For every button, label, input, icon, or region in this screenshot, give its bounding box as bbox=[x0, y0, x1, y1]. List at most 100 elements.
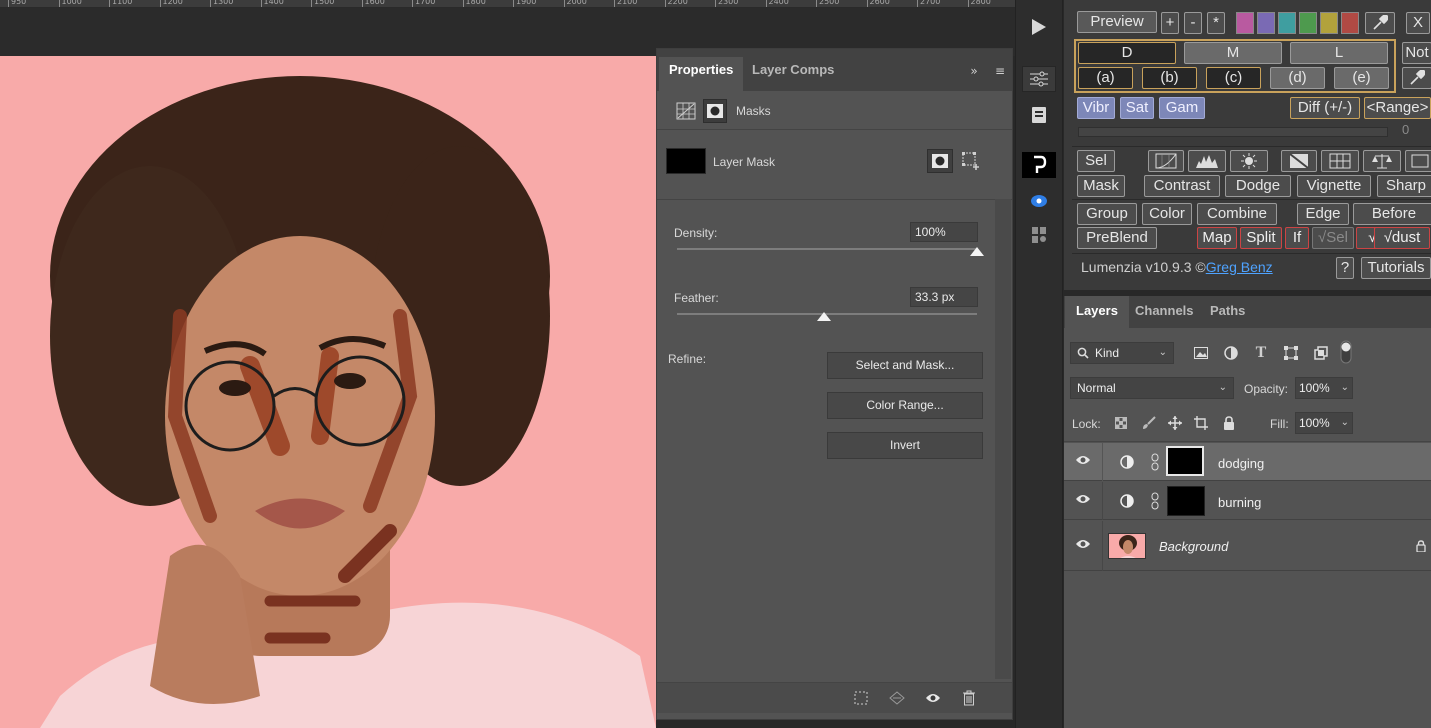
diff-button[interactable]: Diff (+/-) bbox=[1290, 97, 1360, 119]
add-vector-mask-icon[interactable] bbox=[959, 149, 983, 173]
sel-button[interactable]: Sel bbox=[1077, 150, 1115, 172]
delete-mask-trash-icon[interactable] bbox=[959, 689, 979, 707]
zone-d-small-button[interactable]: (d) bbox=[1270, 67, 1325, 89]
color-swatch-teal[interactable] bbox=[1278, 12, 1296, 34]
layer-mask-icon[interactable] bbox=[703, 99, 727, 123]
sat-toggle[interactable]: Sat bbox=[1120, 97, 1154, 119]
zone-b-button[interactable]: (b) bbox=[1142, 67, 1197, 89]
plus-button[interactable]: + bbox=[1161, 12, 1179, 34]
lock-artboard-icon[interactable] bbox=[1193, 415, 1209, 431]
layer-row-burning[interactable]: burning bbox=[1064, 482, 1431, 520]
filter-type-icon[interactable]: T bbox=[1252, 344, 1270, 362]
zone-m-button[interactable]: M bbox=[1184, 42, 1282, 64]
gam-toggle[interactable]: Gam bbox=[1159, 97, 1205, 119]
panel-menu-icon[interactable]: ≡ bbox=[993, 63, 1007, 79]
lock-all-icon[interactable] bbox=[1221, 415, 1237, 431]
sel-check-button[interactable]: √Sel bbox=[1312, 227, 1354, 249]
grid-tones-icon[interactable] bbox=[1321, 150, 1359, 172]
select-and-mask-button[interactable]: Select and Mask... bbox=[827, 352, 983, 379]
plugin-blue-eye-icon[interactable] bbox=[1022, 188, 1056, 214]
if-button[interactable]: If bbox=[1285, 227, 1309, 249]
curves-icon[interactable] bbox=[1148, 150, 1184, 172]
apply-mask-icon[interactable] bbox=[887, 689, 907, 707]
density-input[interactable]: 100% bbox=[910, 222, 978, 242]
layer-mask-thumbnail[interactable] bbox=[1167, 486, 1205, 516]
invert-button[interactable]: Invert bbox=[827, 432, 983, 459]
filter-smart-object-icon[interactable] bbox=[1312, 344, 1330, 362]
layer-row-dodging[interactable]: dodging bbox=[1064, 443, 1431, 481]
filter-shape-icon[interactable] bbox=[1282, 344, 1300, 362]
balance-scale-icon[interactable] bbox=[1363, 150, 1401, 172]
visibility-eye-icon[interactable] bbox=[1075, 454, 1091, 470]
collapse-panel-icon[interactable]: » bbox=[965, 63, 983, 79]
layer-name[interactable]: burning bbox=[1218, 495, 1261, 510]
feather-input[interactable]: 33.3 px bbox=[910, 287, 978, 307]
contrast-button[interactable]: Contrast bbox=[1144, 175, 1220, 197]
feather-slider-thumb[interactable] bbox=[817, 312, 831, 321]
not-button[interactable]: Not bbox=[1402, 42, 1431, 64]
brightness-sun-icon[interactable] bbox=[1230, 150, 1268, 172]
layer-row-background[interactable]: Background bbox=[1064, 521, 1431, 571]
check-dust-button[interactable]: √dust bbox=[1374, 227, 1430, 249]
author-link[interactable]: Greg Benz bbox=[1206, 259, 1273, 275]
range-slider[interactable] bbox=[1078, 127, 1388, 137]
zone-c-button[interactable]: (c) bbox=[1206, 67, 1261, 89]
sharp-button[interactable]: Sharp bbox=[1377, 175, 1431, 197]
pixel-mask-grid-icon[interactable] bbox=[675, 101, 697, 121]
vignette-button[interactable]: Vignette bbox=[1297, 175, 1371, 197]
split-button[interactable]: Split bbox=[1240, 227, 1282, 249]
filter-pixel-icon[interactable] bbox=[1192, 344, 1210, 362]
fill-input[interactable]: 100% ⌄ bbox=[1295, 412, 1353, 434]
lock-move-icon[interactable] bbox=[1167, 415, 1183, 431]
preview-button[interactable]: Preview bbox=[1077, 11, 1157, 33]
color-swatch-red[interactable] bbox=[1341, 12, 1359, 34]
plugin-puzzle-icon[interactable] bbox=[1022, 222, 1056, 248]
combine-button[interactable]: Combine bbox=[1197, 203, 1277, 225]
group-button[interactable]: Group bbox=[1077, 203, 1137, 225]
eyedropper-icon[interactable] bbox=[1402, 67, 1431, 89]
mask-visibility-eye-icon[interactable] bbox=[923, 689, 943, 707]
map-button[interactable]: Map bbox=[1197, 227, 1237, 249]
blend-mode-dropdown[interactable]: Normal ⌄ bbox=[1070, 377, 1234, 399]
add-pixel-mask-icon[interactable] bbox=[927, 149, 953, 173]
levels-histogram-icon[interactable] bbox=[1188, 150, 1226, 172]
canvas-image[interactable] bbox=[0, 56, 656, 728]
panel-scrollbar[interactable] bbox=[995, 199, 1011, 679]
color-range-button[interactable]: Color Range... bbox=[827, 392, 983, 419]
lock-brush-icon[interactable] bbox=[1141, 415, 1157, 431]
lock-transparent-icon[interactable] bbox=[1113, 415, 1129, 431]
filter-kind-dropdown[interactable]: Kind ⌄ bbox=[1070, 342, 1174, 364]
chain-link-icon[interactable] bbox=[1150, 491, 1160, 511]
opacity-input[interactable]: 100% ⌄ bbox=[1295, 377, 1353, 399]
play-action-icon[interactable] bbox=[1022, 14, 1056, 40]
color-swatch-purple[interactable] bbox=[1257, 12, 1275, 34]
color-swatch-magenta[interactable] bbox=[1236, 12, 1254, 34]
visibility-eye-icon[interactable] bbox=[1075, 493, 1091, 509]
tab-channels[interactable]: Channels bbox=[1124, 296, 1205, 328]
tab-layer-comps[interactable]: Layer Comps bbox=[742, 57, 844, 91]
visibility-eye-icon[interactable] bbox=[1075, 538, 1091, 554]
zone-e-button[interactable]: (e) bbox=[1334, 67, 1389, 89]
layer-mask-thumbnail[interactable] bbox=[1166, 446, 1204, 476]
dodge-button[interactable]: Dodge bbox=[1225, 175, 1291, 197]
zone-l-button[interactable]: L bbox=[1290, 42, 1388, 64]
density-slider-track[interactable] bbox=[677, 248, 977, 250]
layer-name[interactable]: dodging bbox=[1218, 456, 1264, 471]
load-selection-icon[interactable] bbox=[851, 689, 871, 707]
tab-paths[interactable]: Paths bbox=[1199, 296, 1256, 328]
edge-button[interactable]: Edge bbox=[1297, 203, 1349, 225]
mask-button[interactable]: Mask bbox=[1077, 175, 1125, 197]
tab-properties[interactable]: Properties bbox=[659, 57, 744, 91]
tab-layers[interactable]: Layers bbox=[1065, 296, 1129, 328]
zone-d-button[interactable]: D bbox=[1078, 42, 1176, 64]
libraries-icon[interactable] bbox=[1022, 102, 1056, 128]
eyedropper-icon[interactable] bbox=[1365, 12, 1395, 34]
tutorials-button[interactable]: Tutorials bbox=[1361, 257, 1431, 279]
preblend-button[interactable]: PreBlend bbox=[1077, 227, 1157, 249]
vibr-toggle[interactable]: Vibr bbox=[1077, 97, 1115, 119]
zone-a-button[interactable]: (a) bbox=[1078, 67, 1133, 89]
plugin-p-icon[interactable] bbox=[1022, 152, 1056, 178]
filter-toggle-icon[interactable] bbox=[1340, 340, 1352, 364]
color-swatch-yellow[interactable] bbox=[1320, 12, 1338, 34]
minus-button[interactable]: - bbox=[1184, 12, 1202, 34]
